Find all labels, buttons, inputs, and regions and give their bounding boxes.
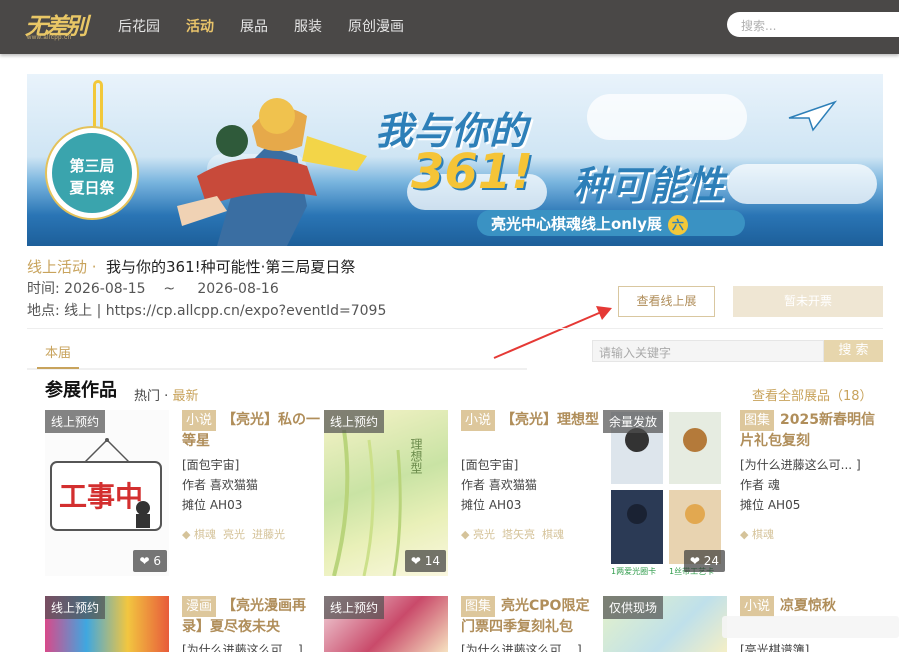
work-author: 作者 喜欢猫猫: [461, 478, 537, 492]
site-search-input[interactable]: 搜索...: [727, 12, 899, 37]
work-tags: ◆ 棋魂 亮光 进藤光: [182, 528, 285, 541]
work-status-tag: 线上预约: [45, 410, 106, 433]
view-all-works-link[interactable]: 查看全部展品（18）: [752, 385, 873, 404]
view-online-expo-button[interactable]: 查看线上展: [618, 286, 715, 317]
sort-options: 热门 · 最新: [134, 389, 199, 404]
work-image[interactable]: 线上预约: [324, 596, 448, 652]
work-circle[interactable]: [为什么进藤这么可... ]: [461, 641, 582, 652]
work-tags: ◆ 棋魂: [740, 528, 774, 541]
event-banner[interactable]: 第三局 夏日祭 我与你的 361! 种可能性 亮光中心棋魂线上only展六: [27, 74, 883, 246]
banner-subtitle: 亮光中心棋魂线上only展六: [477, 210, 745, 236]
work-status-tag: 仅供现场: [603, 596, 664, 619]
site-logo[interactable]: 无差别 www.allcpp.cn: [25, 7, 90, 43]
work-tags: ◆ 亮光 塔矢亮 棋魂: [461, 528, 564, 541]
work-author: 作者 喜欢猫猫: [182, 478, 258, 492]
nav-item-garden[interactable]: 后花园: [118, 16, 160, 36]
like-button[interactable]: ❤ 14: [404, 550, 446, 572]
work-title[interactable]: 图集 亮光CPO限定门票四季复刻礼包: [461, 596, 599, 638]
keyword-search-input[interactable]: 请输入关键字: [592, 340, 824, 362]
work-title[interactable]: 图集 2025新春明信片礼包复刻: [740, 410, 878, 452]
badge-line2: 夏日祭: [69, 179, 115, 197]
work-circle[interactable]: [为什么进藤这么可... ]: [182, 641, 303, 652]
work-booth: 摊位 AH03: [461, 498, 522, 512]
work-title[interactable]: 小说 凉夏惊秋: [740, 596, 878, 617]
work-status-tag: 线上预约: [324, 410, 385, 433]
event-category[interactable]: 线上活动 ·: [27, 256, 97, 277]
nav-item-events[interactable]: 活动: [186, 16, 214, 36]
work-circle[interactable]: [亮光棋谱簿]: [740, 641, 809, 652]
work-image[interactable]: 理想型 线上预约 ❤ 14: [324, 410, 448, 576]
work-status-tag: 余量发放: [603, 410, 664, 433]
top-navbar: 无差别 www.allcpp.cn 后花园 活动 展品 服装 原创漫画 搜索..…: [0, 0, 899, 54]
like-button[interactable]: ❤ 24: [683, 550, 725, 572]
logo-subtext: www.allcpp.cn: [27, 35, 72, 41]
banner-title-number: 361!: [411, 144, 534, 200]
tab-current[interactable]: 本届: [45, 342, 71, 361]
divider: [27, 328, 883, 329]
work-title[interactable]: 小说 【亮光】私の一等星: [182, 410, 320, 452]
work-image[interactable]: 工事中 线上预约 ❤ 6: [45, 410, 169, 576]
tab-active-indicator: [37, 367, 79, 369]
cover-title: 理想型: [409, 438, 423, 474]
work-circle[interactable]: [为什么进藤这么可... ]: [740, 456, 861, 473]
sort-new[interactable]: 最新: [172, 389, 198, 404]
collage-caption-left: 1两爱光圈卡: [611, 566, 656, 576]
banner-title-part2: 种可能性: [572, 163, 725, 207]
tab-underline: [27, 368, 527, 370]
nav-item-original-comics[interactable]: 原创漫画: [348, 16, 404, 36]
work-title[interactable]: 漫画 【亮光漫画再录】夏尽夜未央: [182, 596, 320, 638]
nav-item-costumes[interactable]: 服装: [294, 16, 322, 36]
work-status-tag: 线上预约: [45, 596, 106, 619]
work-circle[interactable]: [面包宇宙]: [182, 456, 239, 473]
event-title: 我与你的361!种可能性·第三局夏日祭: [106, 258, 356, 276]
banner-illustration: [177, 98, 367, 246]
work-title[interactable]: 小说 【亮光】理想型: [461, 410, 599, 431]
work-image[interactable]: 仅供现场: [603, 596, 727, 652]
banner-subtitle-mark: 六: [667, 215, 688, 235]
nav-item-works[interactable]: 展品: [240, 16, 268, 36]
badge-line1: 第三局: [69, 157, 115, 175]
keyword-search-button[interactable]: 搜 索: [824, 340, 883, 362]
work-image[interactable]: 线上预约: [45, 596, 169, 652]
work-image[interactable]: 1两爱光圈卡 1丝带工艺卡 余量发放 ❤ 24: [603, 410, 727, 576]
work-status-tag: 线上预约: [324, 596, 385, 619]
work-author: 作者 魂: [740, 478, 780, 492]
work-booth: 摊位 AH05: [740, 498, 801, 512]
banner-ribbon: [93, 80, 103, 134]
event-location: 地点: 线上 | https://cp.allcpp.cn/expo?event…: [27, 303, 387, 319]
work-circle[interactable]: [面包宇宙]: [461, 456, 518, 473]
banner-badge: 第三局 夏日祭: [47, 128, 137, 218]
work-booth: 摊位 AH03: [182, 498, 243, 512]
event-time: 时间: 2026-08-15 ~ 2026-08-16: [27, 281, 279, 297]
section-title: 参展作品: [45, 380, 117, 401]
like-button[interactable]: ❤ 6: [133, 550, 167, 572]
ticket-status-button[interactable]: 暂未开票: [733, 286, 883, 317]
sort-hot[interactable]: 热门: [134, 389, 160, 404]
paper-plane-icon: [788, 100, 837, 132]
horizontal-scrollbar[interactable]: [722, 616, 899, 638]
sign-text: 工事中: [59, 480, 143, 513]
